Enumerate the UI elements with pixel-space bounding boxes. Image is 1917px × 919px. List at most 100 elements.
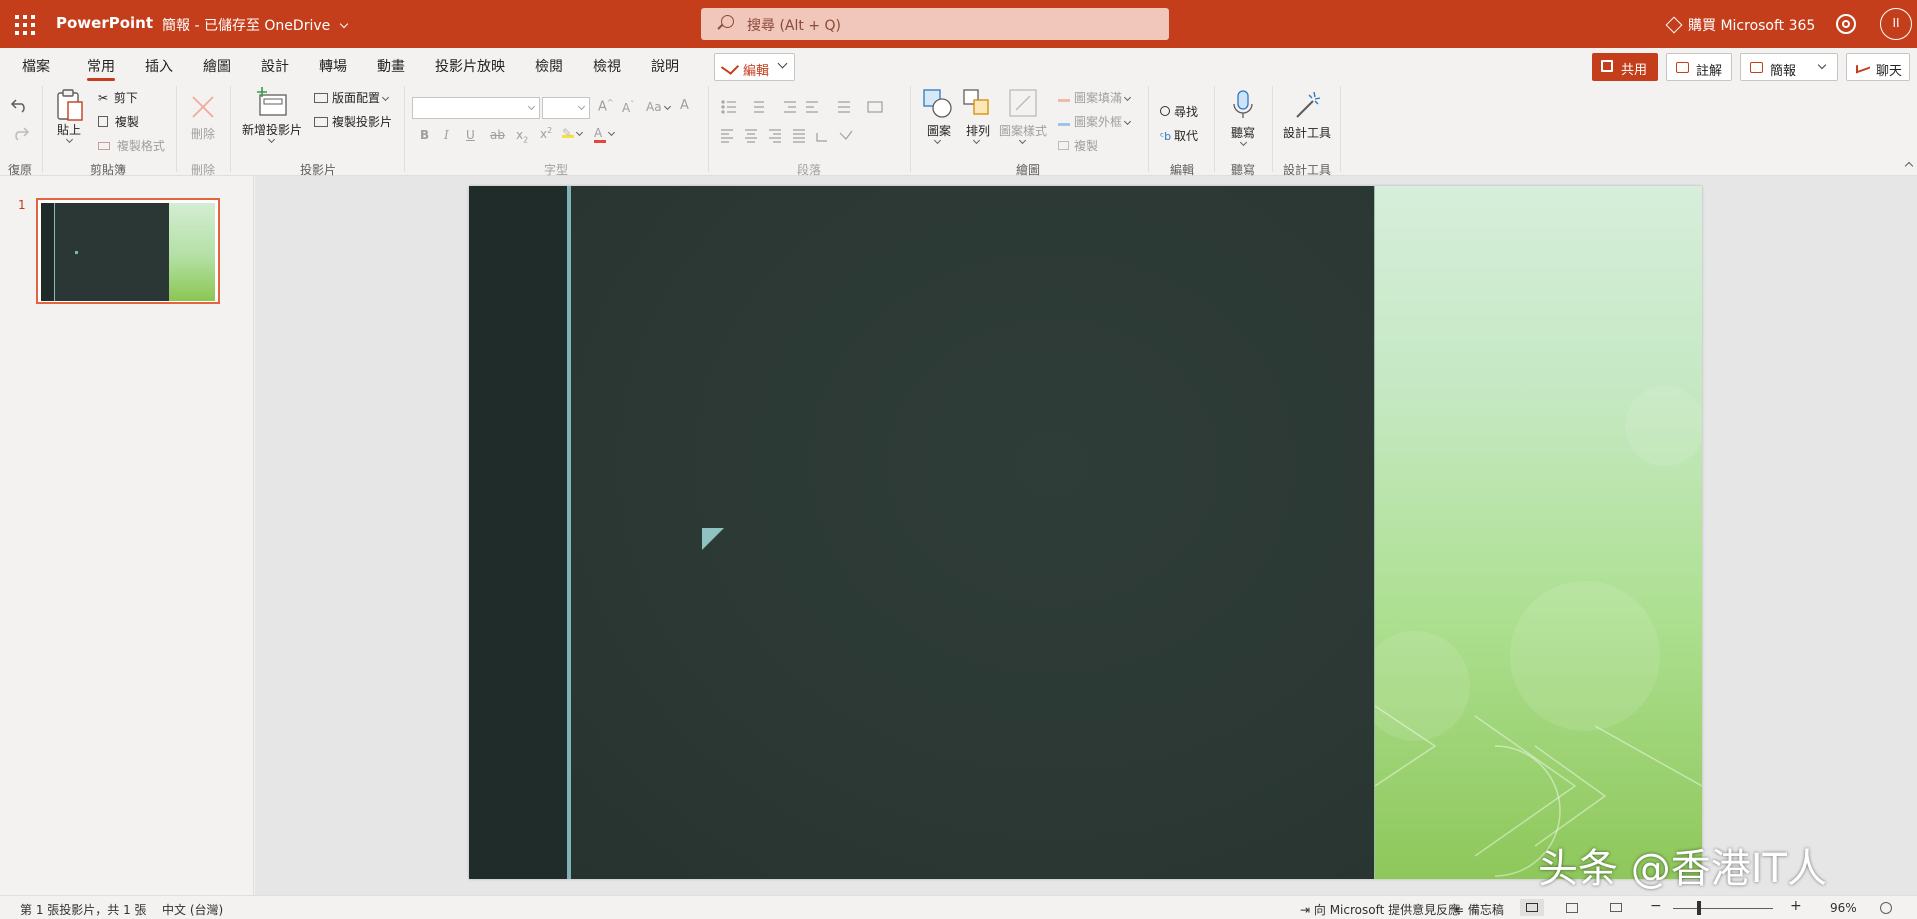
new-slide-dropdown[interactable] bbox=[266, 133, 276, 147]
designer-wand-icon[interactable] bbox=[1294, 90, 1322, 120]
reading-view-icon[interactable] bbox=[1610, 903, 1622, 912]
strikethrough-icon[interactable]: ab bbox=[490, 128, 505, 142]
document-title[interactable]: 簡報 - 已儲存至 OneDrive bbox=[162, 15, 348, 35]
format-painter-button[interactable]: 複製格式 bbox=[98, 137, 165, 154]
chat-button[interactable]: 聊天 bbox=[1846, 53, 1910, 81]
search-box[interactable]: 搜尋 (Alt + Q) bbox=[701, 8, 1169, 40]
tab-slideshow[interactable]: 投影片放映 bbox=[435, 56, 505, 76]
font-size-combobox[interactable] bbox=[542, 97, 590, 119]
slide[interactable] bbox=[469, 186, 1702, 879]
font-name-combobox[interactable] bbox=[412, 97, 540, 119]
zoom-in-button[interactable]: + bbox=[1790, 898, 1802, 914]
comment-icon bbox=[1676, 62, 1689, 73]
chevron-down-icon bbox=[777, 58, 788, 69]
redo-icon[interactable] bbox=[10, 125, 30, 141]
underline-icon[interactable]: U bbox=[466, 128, 475, 142]
editing-mode-dropdown[interactable]: 編輯 bbox=[714, 53, 795, 81]
language-status[interactable]: 中文 (台灣) bbox=[162, 901, 223, 918]
quick-styles-dropdown[interactable] bbox=[1017, 134, 1027, 148]
paste-dropdown[interactable] bbox=[64, 133, 74, 147]
dictate-dropdown[interactable] bbox=[1238, 136, 1248, 150]
layout-button[interactable]: 版面配置 bbox=[314, 89, 390, 106]
slide-thumbnail[interactable] bbox=[36, 198, 220, 304]
shape-outline-button[interactable]: 圖案外框 bbox=[1058, 113, 1132, 130]
present-label: 簡報 bbox=[1770, 64, 1797, 79]
zoom-out-button[interactable]: − bbox=[1650, 898, 1662, 914]
diamond-icon bbox=[1665, 16, 1683, 34]
designer-button[interactable]: 設計工具 bbox=[1283, 124, 1331, 141]
tab-review[interactable]: 檢閱 bbox=[535, 56, 563, 76]
duplicate-slide-button[interactable]: 複製投影片 bbox=[314, 113, 392, 130]
tab-home[interactable]: 常用 bbox=[87, 56, 115, 81]
clear-formatting-icon[interactable]: A bbox=[680, 98, 689, 113]
italic-icon[interactable]: I bbox=[444, 128, 449, 142]
duplicate-shape-button[interactable]: 複製 bbox=[1058, 137, 1098, 154]
arrange-dropdown[interactable] bbox=[971, 134, 981, 148]
notes-icon: ≑ bbox=[1454, 903, 1465, 917]
quick-styles-icon[interactable] bbox=[1008, 88, 1040, 120]
decrease-font-size-icon[interactable]: Aˇ bbox=[622, 100, 634, 115]
tab-animations[interactable]: 動畫 bbox=[377, 56, 405, 76]
zoom-slider-thumb[interactable] bbox=[1697, 901, 1701, 915]
delete-x-icon[interactable] bbox=[190, 94, 216, 120]
tab-design[interactable]: 設計 bbox=[261, 56, 289, 76]
settings-gear-icon[interactable] bbox=[1836, 14, 1856, 34]
pen-outline-icon bbox=[1058, 116, 1070, 126]
tab-view[interactable]: 檢視 bbox=[593, 56, 621, 76]
shape-outline-label: 圖案外框 bbox=[1074, 115, 1123, 129]
delete-button[interactable]: 刪除 bbox=[191, 125, 215, 142]
slide-main-area bbox=[571, 186, 1374, 879]
duplicate-shape-label: 複製 bbox=[1074, 139, 1099, 153]
microphone-icon[interactable] bbox=[1232, 90, 1254, 122]
tab-file[interactable]: 檔案 bbox=[22, 56, 50, 76]
duplicate-icon bbox=[1058, 141, 1069, 150]
duplicate-slide-icon bbox=[314, 117, 328, 127]
share-icon bbox=[1601, 60, 1613, 72]
shapes-icon[interactable] bbox=[922, 88, 954, 120]
feedback-button[interactable]: ⇥ 向 Microsoft 提供意見反應 bbox=[1300, 901, 1460, 918]
ribbon-divider bbox=[1214, 86, 1215, 172]
tab-insert[interactable]: 插入 bbox=[145, 56, 173, 76]
shape-fill-button[interactable]: 圖案填滿 bbox=[1058, 89, 1132, 106]
paste-clipboard-icon[interactable] bbox=[56, 88, 84, 122]
fit-slide-icon[interactable] bbox=[1880, 902, 1892, 914]
comments-button[interactable]: 註解 bbox=[1666, 53, 1732, 81]
slide-sorter-icon[interactable] bbox=[1566, 903, 1578, 913]
normal-view-icon[interactable] bbox=[1520, 899, 1544, 916]
format-painter-icon bbox=[98, 142, 110, 150]
notes-button[interactable]: ≑ 備忘稿 bbox=[1454, 901, 1504, 918]
increase-font-size-icon[interactable]: A^ bbox=[598, 98, 614, 114]
find-button[interactable]: 尋找 bbox=[1160, 103, 1198, 120]
superscript-icon[interactable]: x2 bbox=[540, 126, 552, 141]
present-dropdown-chevron-icon[interactable] bbox=[1817, 60, 1827, 70]
account-avatar[interactable]: II bbox=[1880, 8, 1912, 40]
change-case-icon[interactable]: Aa bbox=[646, 100, 671, 114]
app-name[interactable]: PowerPoint bbox=[56, 14, 153, 32]
zoom-level[interactable]: 96% bbox=[1830, 901, 1857, 915]
shapes-dropdown[interactable] bbox=[932, 134, 942, 148]
subscript-icon[interactable]: x2 bbox=[516, 128, 528, 144]
title-bar: PowerPoint 簡報 - 已儲存至 OneDrive 搜尋 (Alt + … bbox=[0, 0, 1917, 48]
paragraph-list-icons[interactable] bbox=[720, 99, 900, 115]
cut-button[interactable]: ✂ 剪下 bbox=[98, 89, 138, 106]
new-slide-icon[interactable] bbox=[256, 87, 288, 117]
bold-icon[interactable]: B bbox=[420, 128, 429, 142]
arrange-icon[interactable] bbox=[962, 88, 994, 120]
copy-button[interactable]: 複製 bbox=[98, 113, 139, 130]
tab-draw[interactable]: 繪圖 bbox=[203, 56, 231, 76]
present-button[interactable]: 簡報 bbox=[1740, 53, 1838, 81]
buy-microsoft-365-button[interactable]: 購買 Microsoft 365 bbox=[1665, 15, 1815, 35]
zoom-slider-track[interactable] bbox=[1673, 908, 1773, 909]
tab-transitions[interactable]: 轉場 bbox=[319, 56, 347, 76]
share-button[interactable]: 共用 bbox=[1592, 53, 1658, 81]
font-color-icon: A bbox=[594, 126, 606, 143]
app-launcher-icon[interactable] bbox=[13, 13, 35, 35]
ribbon-divider bbox=[910, 86, 911, 172]
undo-icon[interactable] bbox=[10, 97, 30, 113]
font-color-button[interactable]: A bbox=[594, 126, 616, 143]
tab-help[interactable]: 說明 bbox=[651, 56, 679, 76]
replace-button[interactable]: ᶜb 取代 bbox=[1160, 127, 1198, 144]
thumb-dark-strip bbox=[41, 203, 55, 301]
highlight-color-button[interactable]: ✎ bbox=[562, 126, 584, 140]
paragraph-align-icons[interactable] bbox=[720, 127, 870, 143]
